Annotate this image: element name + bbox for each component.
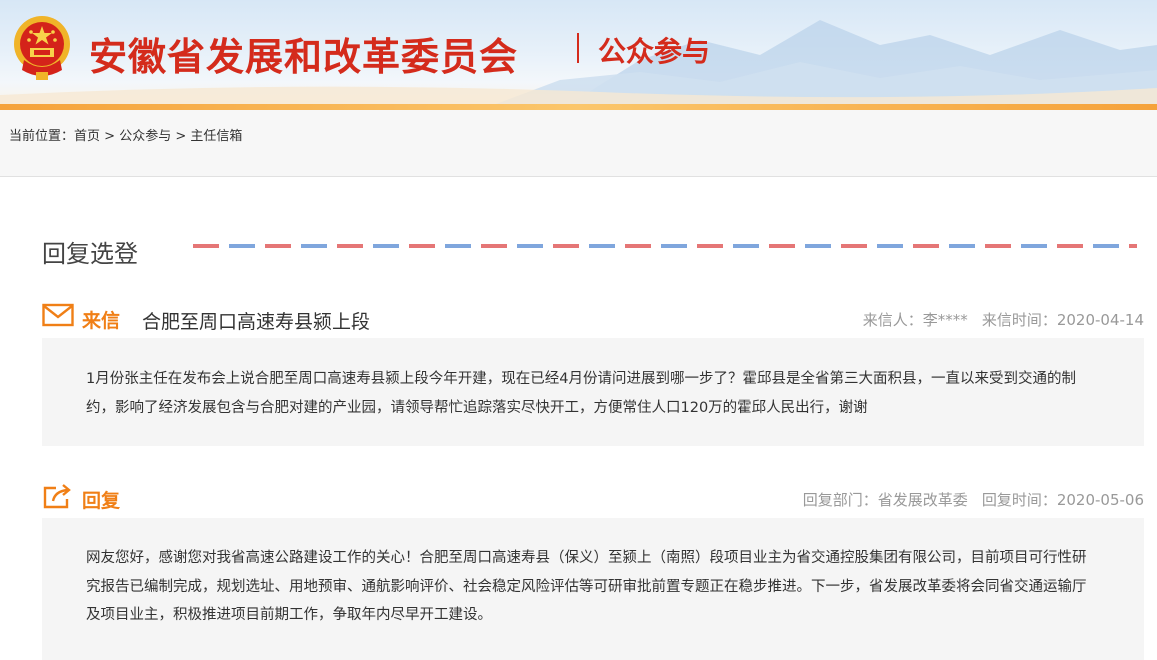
breadcrumb-separator: > <box>171 129 191 144</box>
national-emblem-icon[interactable] <box>10 12 74 84</box>
breadcrumb-prefix: 当前位置： <box>9 129 75 144</box>
breadcrumb: 当前位置：首页 > 公众参与 > 主任信箱 <box>9 125 242 144</box>
letter-date: 来信时间：2020-04-14 <box>981 311 1144 329</box>
letter-subject: 合肥至周口高速寿县颍上段 <box>142 311 371 333</box>
site-title[interactable]: 安徽省发展和改革委员会 <box>89 26 518 81</box>
site-header: 安徽省发展和改革委员会 公众参与 <box>0 0 1157 110</box>
breadcrumb-director-mailbox-link[interactable]: 主任信箱 <box>190 129 242 144</box>
reply-body-box: 网友您好，感谢您对我省高速公路建设工作的关心！合肥至周口高速寿县（保义）至颍上（… <box>42 518 1144 660</box>
breadcrumb-separator: > <box>100 129 120 144</box>
envelope-icon <box>42 303 74 327</box>
letter-sender: 来信人：李**** <box>862 311 968 329</box>
letter-tag: 来信 <box>82 310 121 332</box>
reply-tag: 回复 <box>82 490 121 512</box>
reply-header: 回复 回复部门：省发展改革委 回复时间：2020-05-06 <box>42 482 1144 512</box>
reply-date: 回复时间：2020-05-06 <box>981 491 1144 509</box>
reply-body: 网友您好，感谢您对我省高速公路建设工作的关心！合肥至周口高速寿县（保义）至颍上（… <box>86 550 1087 623</box>
reply-share-icon <box>43 484 71 509</box>
letter-meta: 来信人：李**** 来信时间：2020-04-14 <box>849 309 1144 330</box>
letter-header: 来信 合肥至周口高速寿县颍上段 来信人：李**** 来信时间：2020-04-14 <box>42 302 1144 333</box>
section-name[interactable]: 公众参与 <box>598 30 710 70</box>
reply-department: 回复部门：省发展改革委 <box>802 491 968 509</box>
breadcrumb-home-link[interactable]: 首页 <box>74 129 100 144</box>
letter-body-box: 1月份张主任在发布会上说合肥至周口高速寿县颍上段今年开建，现在已经4月份请问进展… <box>42 338 1144 446</box>
airmail-divider <box>193 244 1137 248</box>
breadcrumb-bar: 当前位置：首页 > 公众参与 > 主任信箱 <box>0 110 1157 177</box>
section-title: 回复选登 <box>42 240 138 268</box>
breadcrumb-public-participation-link[interactable]: 公众参与 <box>119 129 171 144</box>
reply-meta: 回复部门：省发展改革委 回复时间：2020-05-06 <box>789 489 1144 510</box>
letter-body: 1月份张主任在发布会上说合肥至周口高速寿县颍上段今年开建，现在已经4月份请问进展… <box>86 371 1076 416</box>
title-divider <box>577 33 579 63</box>
